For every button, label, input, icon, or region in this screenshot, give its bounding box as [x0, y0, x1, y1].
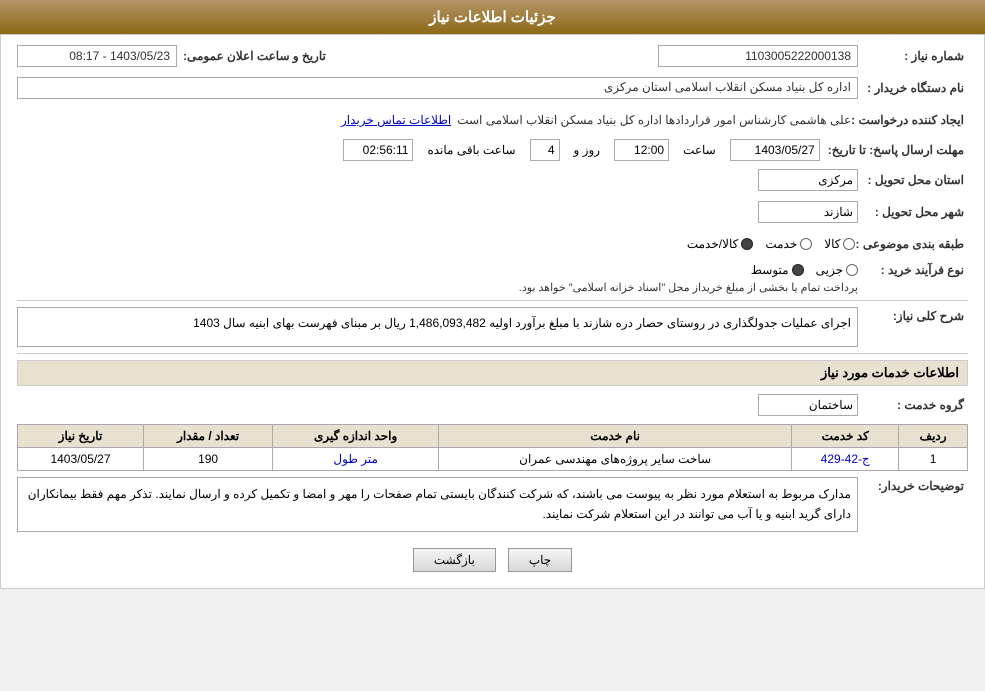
- radio-kala-icon: [843, 238, 855, 250]
- back-button[interactable]: بازگشت: [413, 548, 496, 572]
- table-cell: 190: [143, 448, 272, 471]
- col-date: تاریخ نیاز: [18, 425, 144, 448]
- header-title: جزئیات اطلاعات نیاز: [429, 9, 556, 26]
- description-value: اجرای عملیات جدولگذاری در روستای حصار در…: [193, 316, 851, 330]
- city-label: شهر محل تحویل :: [858, 205, 968, 219]
- description-label: شرح کلی نیاز:: [858, 307, 968, 323]
- org-value: اداره کل بنیاد مسکن انقلاب اسلامی استان …: [604, 80, 851, 94]
- deadline-label: مهلت ارسال پاسخ: تا تاریخ:: [828, 143, 968, 157]
- process-note: پرداخت تمام یا بخشی از مبلغ خریداز محل "…: [519, 281, 858, 294]
- creator-row: ایجاد کننده درخواست : علی هاشمی کارشناس …: [17, 107, 968, 133]
- col-unit: واحد اندازه گیری: [273, 425, 439, 448]
- announce-box: 1403/05/23 - 08:17: [17, 45, 177, 67]
- table-cell: ج-42-429: [792, 448, 899, 471]
- announce-value: 1403/05/23 - 08:17: [69, 49, 170, 63]
- process-row: نوع فرآیند خرید : جزیی متوسط پرداخت تمام…: [17, 263, 968, 294]
- service-group-row: گروه خدمت : ساختمان: [17, 392, 968, 418]
- page-header: جزئیات اطلاعات نیاز: [0, 0, 985, 34]
- col-code: کد خدمت: [792, 425, 899, 448]
- deadline-date: 1403/05/27: [755, 143, 815, 157]
- services-section-header: اطلاعات خدمات مورد نیاز: [17, 360, 968, 386]
- announce-label: تاریخ و ساعت اعلان عمومی:: [183, 49, 330, 63]
- category-khedmat-label: خدمت: [765, 237, 797, 251]
- process-jozi-label: جزیی: [816, 263, 843, 277]
- button-row: چاپ بازگشت: [17, 540, 968, 580]
- radio-motavaset-icon: [792, 264, 804, 276]
- creator-label: ایجاد کننده درخواست :: [851, 113, 968, 127]
- process-option-jozi: جزیی: [816, 263, 858, 277]
- deadline-remaining-label: ساعت باقی مانده: [427, 143, 515, 157]
- category-kala-label: کالا: [824, 237, 840, 251]
- tender-number-row: شماره نیاز : 1103005222000138 تاریخ و سا…: [17, 43, 968, 69]
- table-row: 1ج-42-429ساخت سایر پروژه‌های مهندسی عمرا…: [18, 448, 968, 471]
- category-kalakhedmat-label: کالا/خدمت: [687, 237, 738, 251]
- category-option-kalakhedmat: کالا/خدمت: [687, 237, 753, 251]
- process-radio-group: جزیی متوسط: [519, 263, 858, 277]
- deadline-remaining: 02:56:11: [363, 143, 409, 157]
- content-area: شماره نیاز : 1103005222000138 تاریخ و سا…: [0, 34, 985, 589]
- col-qty: تعداد / مقدار: [143, 425, 272, 448]
- deadline-row: مهلت ارسال پاسخ: تا تاریخ: 1403/05/27 سا…: [17, 139, 968, 161]
- process-label: نوع فرآیند خرید :: [858, 263, 968, 277]
- deadline-time-label: ساعت: [683, 143, 716, 157]
- radio-jozi-icon: [846, 264, 858, 276]
- divider-1: [17, 300, 968, 301]
- divider-2: [17, 353, 968, 354]
- deadline-time-box: 12:00: [614, 139, 669, 161]
- city-box: شازند: [758, 201, 858, 223]
- category-option-khedmat: خدمت: [765, 237, 812, 251]
- table-cell: 1: [899, 448, 968, 471]
- tender-number-value: 1103005222000138: [745, 49, 851, 63]
- org-row: نام دستگاه خریدار : اداره کل بنیاد مسکن …: [17, 75, 968, 101]
- org-label: نام دستگاه خریدار :: [858, 81, 968, 95]
- province-value: مرکزی: [818, 173, 853, 187]
- deadline-days: 4: [548, 143, 555, 157]
- table-cell: متر طول: [273, 448, 439, 471]
- deadline-time: 12:00: [634, 143, 664, 157]
- services-table: ردیف کد خدمت نام خدمت واحد اندازه گیری ت…: [17, 424, 968, 471]
- notes-box: مدارک مربوط به استعلام مورد نظر به پیوست…: [17, 477, 858, 532]
- creator-value: علی هاشمی کارشناس امور قراردادها اداره ک…: [457, 113, 851, 127]
- service-group-value: ساختمان: [809, 398, 853, 412]
- city-row: شهر محل تحویل : شازند: [17, 199, 968, 225]
- tender-number-box: 1103005222000138: [658, 45, 858, 67]
- province-row: استان محل تحویل : مرکزی: [17, 167, 968, 193]
- description-box: اجرای عملیات جدولگذاری در روستای حصار در…: [17, 307, 858, 347]
- deadline-days-label: روز و: [574, 143, 601, 157]
- category-radio-group: کالا خدمت کالا/خدمت: [687, 237, 856, 251]
- radio-kalakhedmat-icon: [741, 238, 753, 250]
- tender-number-label: شماره نیاز :: [858, 49, 968, 63]
- deadline-days-box: 4: [530, 139, 560, 161]
- creator-link[interactable]: اطلاعات تماس خریدار: [341, 113, 451, 127]
- notes-row: توضیحات خریدار: مدارک مربوط به استعلام م…: [17, 477, 968, 532]
- category-option-kala: کالا: [824, 237, 855, 251]
- notes-label: توضیحات خریدار:: [858, 477, 968, 493]
- notes-value: مدارک مربوط به استعلام مورد نظر به پیوست…: [28, 487, 851, 521]
- print-button[interactable]: چاپ: [508, 548, 572, 572]
- province-box: مرکزی: [758, 169, 858, 191]
- city-value: شازند: [824, 205, 853, 219]
- description-row: شرح کلی نیاز: اجرای عملیات جدولگذاری در …: [17, 307, 968, 347]
- category-row: طبقه بندی موضوعی : کالا خدمت کالا/خدمت: [17, 231, 968, 257]
- service-group-label: گروه خدمت :: [858, 398, 968, 412]
- process-option-motavaset: متوسط: [751, 263, 804, 277]
- province-label: استان محل تحویل :: [858, 173, 968, 187]
- table-cell: ساخت سایر پروژه‌های مهندسی عمران: [439, 448, 792, 471]
- table-cell: 1403/05/27: [18, 448, 144, 471]
- category-label: طبقه بندی موضوعی :: [855, 237, 968, 251]
- service-group-box: ساختمان: [758, 394, 858, 416]
- deadline-date-box: 1403/05/27: [730, 139, 820, 161]
- col-row: ردیف: [899, 425, 968, 448]
- radio-khedmat-icon: [800, 238, 812, 250]
- process-motavaset-label: متوسط: [751, 263, 789, 277]
- deadline-remaining-box: 02:56:11: [343, 139, 413, 161]
- main-container: جزئیات اطلاعات نیاز شماره نیاز : 1103005…: [0, 0, 985, 589]
- col-name: نام خدمت: [439, 425, 792, 448]
- org-box: اداره کل بنیاد مسکن انقلاب اسلامی استان …: [17, 77, 858, 99]
